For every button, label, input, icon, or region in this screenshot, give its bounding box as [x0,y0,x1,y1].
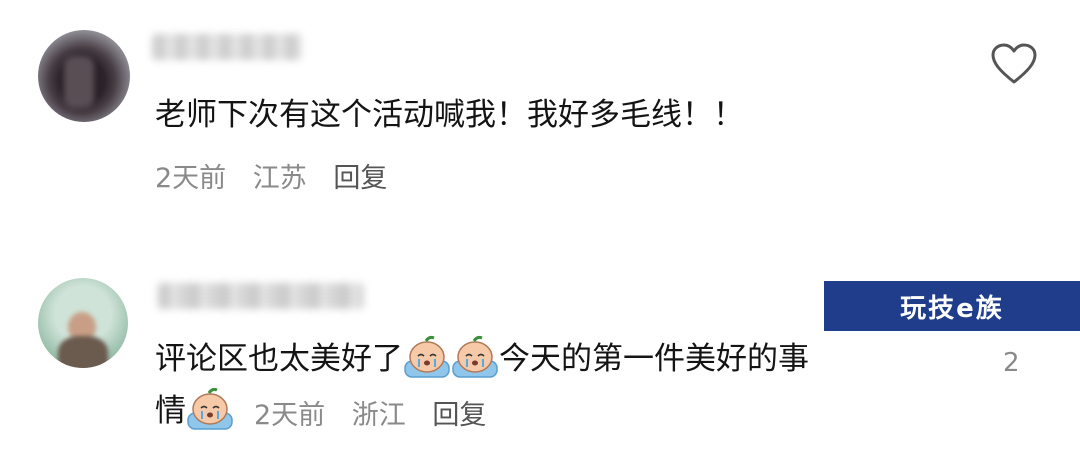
watermark-logo: 玩技e族 [824,281,1080,331]
crying-face-emoji-icon [404,335,450,378]
comment-location: 浙江 [351,400,406,431]
comment-text-part: 情 [155,393,186,429]
username-blurred[interactable] [152,34,302,60]
comment-text-part: 今天的第一件美好的事 [499,341,809,377]
reply-button[interactable]: 回复 [432,400,486,431]
comment-meta: 2天前 浙江 回复 [254,393,504,432]
comment-text-part: 评论区也太美好了 [155,341,403,377]
comment-text: 评论区也太美好了 今天的第一件美好的事 [155,333,809,385]
comment-location: 江苏 [252,163,307,194]
comment-text-continued: 情 [155,385,234,437]
avatar[interactable] [38,30,130,122]
avatar[interactable] [38,278,128,368]
comment-time: 2天前 [254,400,326,431]
crying-face-emoji-icon [187,387,233,430]
comment-meta: 2天前 江苏 回复 [155,156,405,195]
reply-button[interactable]: 回复 [333,163,387,194]
like-count: 2 [1003,348,1020,378]
username-blurred[interactable] [158,283,364,309]
comment-time: 2天前 [155,163,227,194]
comment-item: 老师下次有这个活动喊我！我好多毛线！！ 2天前 江苏 回复 [0,0,1080,230]
heart-icon[interactable] [990,42,1038,86]
comment-text: 老师下次有这个活动喊我！我好多毛线！！ [155,97,744,133]
crying-face-emoji-icon [452,335,498,378]
